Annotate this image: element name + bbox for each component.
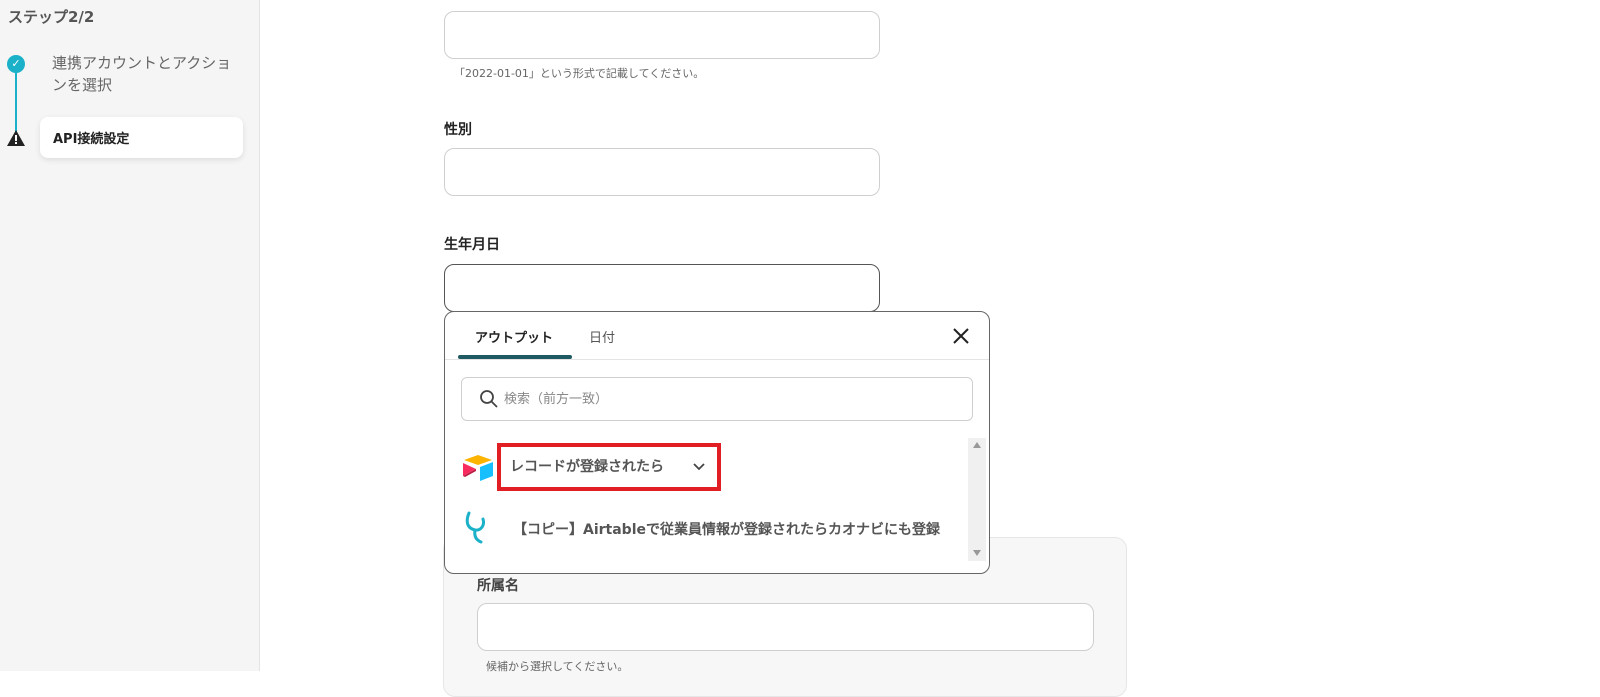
scrollbar[interactable]: [968, 438, 986, 561]
sidebar: ステップ2/2 ✓ 連携アカウントとアクションを選択 API接続設定: [0, 0, 260, 671]
output-picker-popup: アウトプット 日付 レコードが登録されたら: [444, 311, 990, 574]
list-item-label: レコードが登録されたら: [510, 459, 664, 475]
search-box: [461, 377, 973, 421]
step-connector: [15, 70, 17, 136]
output-list: レコードが登録されたら 【コピー】Airtableで従業員情報が登録されたらカオ…: [445, 438, 989, 573]
step-2-item[interactable]: API接続設定: [40, 117, 243, 158]
warning-icon: [7, 130, 25, 146]
check-icon: ✓: [7, 55, 25, 73]
birthdate-input[interactable]: [444, 264, 880, 312]
list-item[interactable]: レコードが登録されたら: [445, 438, 965, 496]
affiliation-input[interactable]: [477, 603, 1094, 651]
popup-tabs: アウトプット 日付: [445, 312, 989, 360]
active-tab-indicator: [458, 355, 572, 359]
step-1-label[interactable]: 連携アカウントとアクションを選択: [52, 52, 232, 96]
yoom-icon: [465, 511, 485, 544]
birthdate-label: 生年月日: [444, 237, 500, 253]
affiliation-helper-text: 候補から選択してください。: [486, 660, 629, 673]
chevron-down-icon[interactable]: [692, 460, 706, 472]
list-item-label: 【コピー】Airtableで従業員情報が登録されたらカオナビにも登録: [513, 522, 940, 538]
date-input[interactable]: [444, 11, 880, 59]
gender-input[interactable]: [444, 148, 880, 196]
tab-output[interactable]: アウトプット: [475, 327, 553, 346]
airtable-icon: [463, 455, 493, 481]
affiliation-label: 所属名: [477, 578, 519, 594]
close-icon[interactable]: [951, 326, 971, 346]
tab-date[interactable]: 日付: [589, 327, 615, 346]
date-helper-text: 「2022-01-01」という形式で記載してください。: [454, 67, 705, 80]
scroll-up-arrow-icon[interactable]: [973, 442, 981, 448]
search-input[interactable]: [504, 380, 964, 418]
step-2-label: API接続設定: [53, 132, 130, 147]
gender-label: 性別: [444, 122, 472, 138]
scroll-down-arrow-icon[interactable]: [973, 550, 981, 556]
list-item[interactable]: 【コピー】Airtableで従業員情報が登録されたらカオナビにも登録: [445, 502, 965, 552]
search-icon: [480, 390, 498, 408]
step-title: ステップ2/2: [8, 8, 95, 26]
